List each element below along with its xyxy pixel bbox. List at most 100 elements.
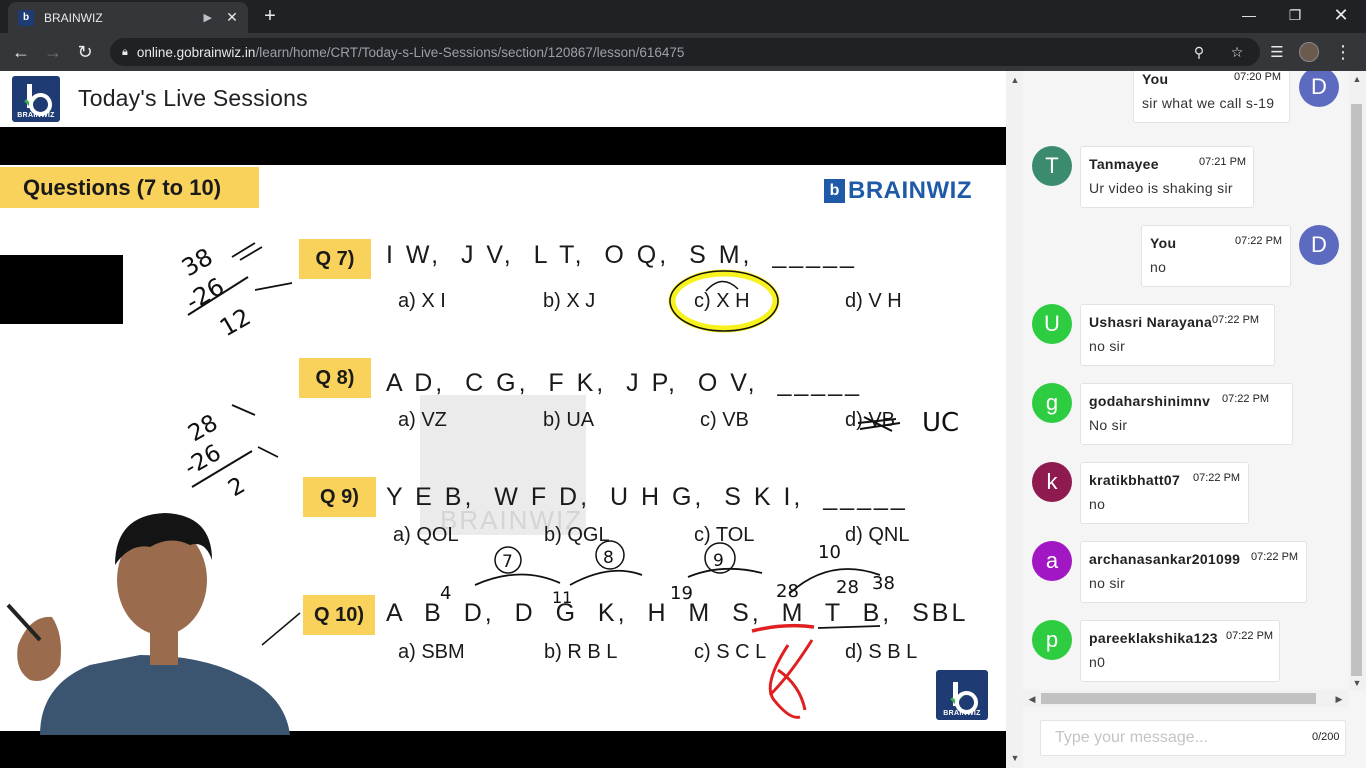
q8-note-1: 28 xyxy=(184,410,222,447)
avatar: U xyxy=(1032,304,1072,344)
message-text: No sir xyxy=(1089,417,1128,433)
brainwiz-favicon-icon: b xyxy=(18,9,34,26)
avatar: k xyxy=(1032,462,1072,502)
bottom-brand-logo: BRAINWIZ xyxy=(936,670,988,720)
q8-note-2: -26 xyxy=(180,440,226,481)
avatar: T xyxy=(1032,146,1072,186)
message-sender: kratikbhatt07 xyxy=(1089,472,1181,488)
question-text-8: A D, C G, F K, J P, O V, _____ xyxy=(386,369,863,397)
scroll-up-icon[interactable]: ▲ xyxy=(1008,75,1022,85)
browser-tab[interactable]: b BRAINWIZ ▶︎ ✕ xyxy=(8,2,248,33)
bookmark-star-icon[interactable]: ☆ xyxy=(1225,38,1249,66)
char-count: 0/200 xyxy=(1312,731,1340,743)
presenter-video xyxy=(6,513,290,735)
message-text: no xyxy=(1150,259,1167,275)
chat-hscroll-thumb[interactable] xyxy=(1041,693,1316,704)
brainwiz-logo[interactable]: BRAINWIZ xyxy=(12,76,60,122)
lock-icon[interactable]: 🔒︎ xyxy=(122,46,128,59)
question-label-10: Q 10) xyxy=(303,595,375,635)
message-time: 07:22 PM xyxy=(1193,472,1241,484)
divider-scrollbar[interactable]: ▲ ▼ xyxy=(1006,71,1023,768)
chat-message: pareeklakshika123 07:22 PM n0 xyxy=(1080,620,1280,682)
profile-button[interactable] xyxy=(1294,37,1324,67)
red-cross-mark xyxy=(768,639,814,719)
slide-heading: Questions (7 to 10) xyxy=(0,167,259,208)
q7-note-1: 38 xyxy=(177,243,217,283)
browser-tab-bar: b BRAINWIZ ▶︎ ✕ + — ❐ ✕ xyxy=(0,0,1366,33)
url-path: /learn/home/CRT/Today-s-Live-Sessions/se… xyxy=(255,44,685,60)
message-sender: pareeklakshika123 xyxy=(1089,630,1218,646)
scroll-down-icon[interactable]: ▼ xyxy=(1008,753,1022,763)
key-icon[interactable]: ⚲ xyxy=(1187,38,1211,66)
logo-mark-icon xyxy=(24,84,52,116)
menu-dots-icon[interactable]: ⋮ xyxy=(1328,37,1358,67)
message-sender: You xyxy=(1142,71,1169,87)
q10-option-b: b) R B L xyxy=(544,641,618,663)
chat-panel: D You 07:20 PM sir what we call s-19 T Tanmay… xyxy=(1023,71,1366,768)
avatar xyxy=(1299,42,1319,62)
question-text-9: Y E B, W F D, U H G, S K I, _____ xyxy=(386,483,908,511)
question-text-10: A B D, D G K, H M S, M T B, SBL xyxy=(386,599,969,627)
question-text-7: I W, J V, L T, O Q, S M, _____ xyxy=(386,241,857,269)
message-time: 07:20 PM xyxy=(1234,71,1282,83)
page-title: Today's Live Sessions xyxy=(78,85,308,111)
speaker-icon[interactable]: ▶︎ xyxy=(204,11,212,24)
address-bar[interactable]: 🔒︎ online.gobrainwiz.in/learn/home/CRT/T… xyxy=(110,38,1260,66)
message-time: 07:22 PM xyxy=(1212,314,1260,326)
message-time: 07:22 PM xyxy=(1235,235,1283,247)
q7-note-2: -26 xyxy=(181,272,229,316)
question-label-7: Q 7) xyxy=(299,239,371,279)
q7-option-a: a) X I xyxy=(398,290,446,312)
avatar: D xyxy=(1299,225,1339,265)
tab-title: BRAINWIZ xyxy=(44,10,103,25)
chat-scroll-up-icon[interactable]: ▲ xyxy=(1350,74,1364,84)
forward-button[interactable]: → xyxy=(38,37,68,67)
q7-note-3: 12 xyxy=(215,303,255,343)
media-control-icon[interactable]: ☰ xyxy=(1262,37,1292,67)
chat-scroll-right-icon[interactable]: ▶ xyxy=(1332,694,1346,705)
question-label-9: Q 9) xyxy=(303,477,376,517)
chat-message: archanasankar201099 07:22 PM no sir xyxy=(1080,541,1307,603)
minimize-button[interactable]: — xyxy=(1226,0,1272,30)
slide-brand: b BRAINWIZ xyxy=(824,177,972,205)
chat-scroll-down-icon[interactable]: ▼ xyxy=(1350,678,1364,688)
slide-brand-text: BRAINWIZ xyxy=(848,177,972,204)
chat-scroll-thumb[interactable] xyxy=(1351,104,1362,676)
message-text: no xyxy=(1089,496,1106,512)
q8-answer-note: UC xyxy=(922,408,959,438)
video-player[interactable]: Questions (7 to 10) b BRAINWIZ BRAINWIZ … xyxy=(0,127,1006,768)
brainwiz-icon: b xyxy=(824,179,845,203)
url-host: online.gobrainwiz.in xyxy=(136,44,256,60)
avatar: D xyxy=(1299,71,1339,107)
close-window-button[interactable]: ✕ xyxy=(1318,0,1364,30)
message-time: 07:22 PM xyxy=(1226,630,1274,642)
message-sender: archanasankar201099 xyxy=(1089,551,1241,567)
message-text: no sir xyxy=(1089,338,1126,354)
chat-scroll-left-icon[interactable]: ◀ xyxy=(1025,694,1039,705)
q9-option-a: a) QOL xyxy=(393,524,459,546)
q10-gap-5: 9 xyxy=(713,551,724,571)
q7-option-d: d) V H xyxy=(845,290,902,312)
q7-option-c: c) X H xyxy=(694,290,750,312)
back-button[interactable]: ← xyxy=(6,37,36,67)
avatar: p xyxy=(1032,620,1072,660)
black-overlay xyxy=(0,255,123,324)
message-sender: You xyxy=(1150,235,1177,251)
logo-mark-icon xyxy=(950,682,978,714)
message-text: sir what we call s-19 xyxy=(1142,95,1275,111)
reload-button[interactable]: ↻ xyxy=(70,37,100,67)
close-tab-icon[interactable]: ✕ xyxy=(224,9,240,26)
q8-option-b: b) UA xyxy=(543,409,595,431)
chat-message: You 07:20 PM sir what we call s-19 xyxy=(1133,71,1290,123)
restore-button[interactable]: ❐ xyxy=(1272,0,1318,30)
avatar: a xyxy=(1032,541,1072,581)
q10-option-d: d) S B L xyxy=(845,641,918,663)
chat-message: godaharshinimnv 07:22 PM No sir xyxy=(1080,383,1293,445)
chat-message-input[interactable] xyxy=(1040,720,1346,756)
new-tab-button[interactable]: + xyxy=(258,4,282,28)
q10-gap-7: 10 xyxy=(818,542,841,563)
q10-gap-9: 28 xyxy=(836,577,859,598)
chat-message: You 07:22 PM no xyxy=(1141,225,1291,287)
message-time: 07:21 PM xyxy=(1199,156,1247,168)
q8-option-d: d) VB xyxy=(845,409,896,431)
